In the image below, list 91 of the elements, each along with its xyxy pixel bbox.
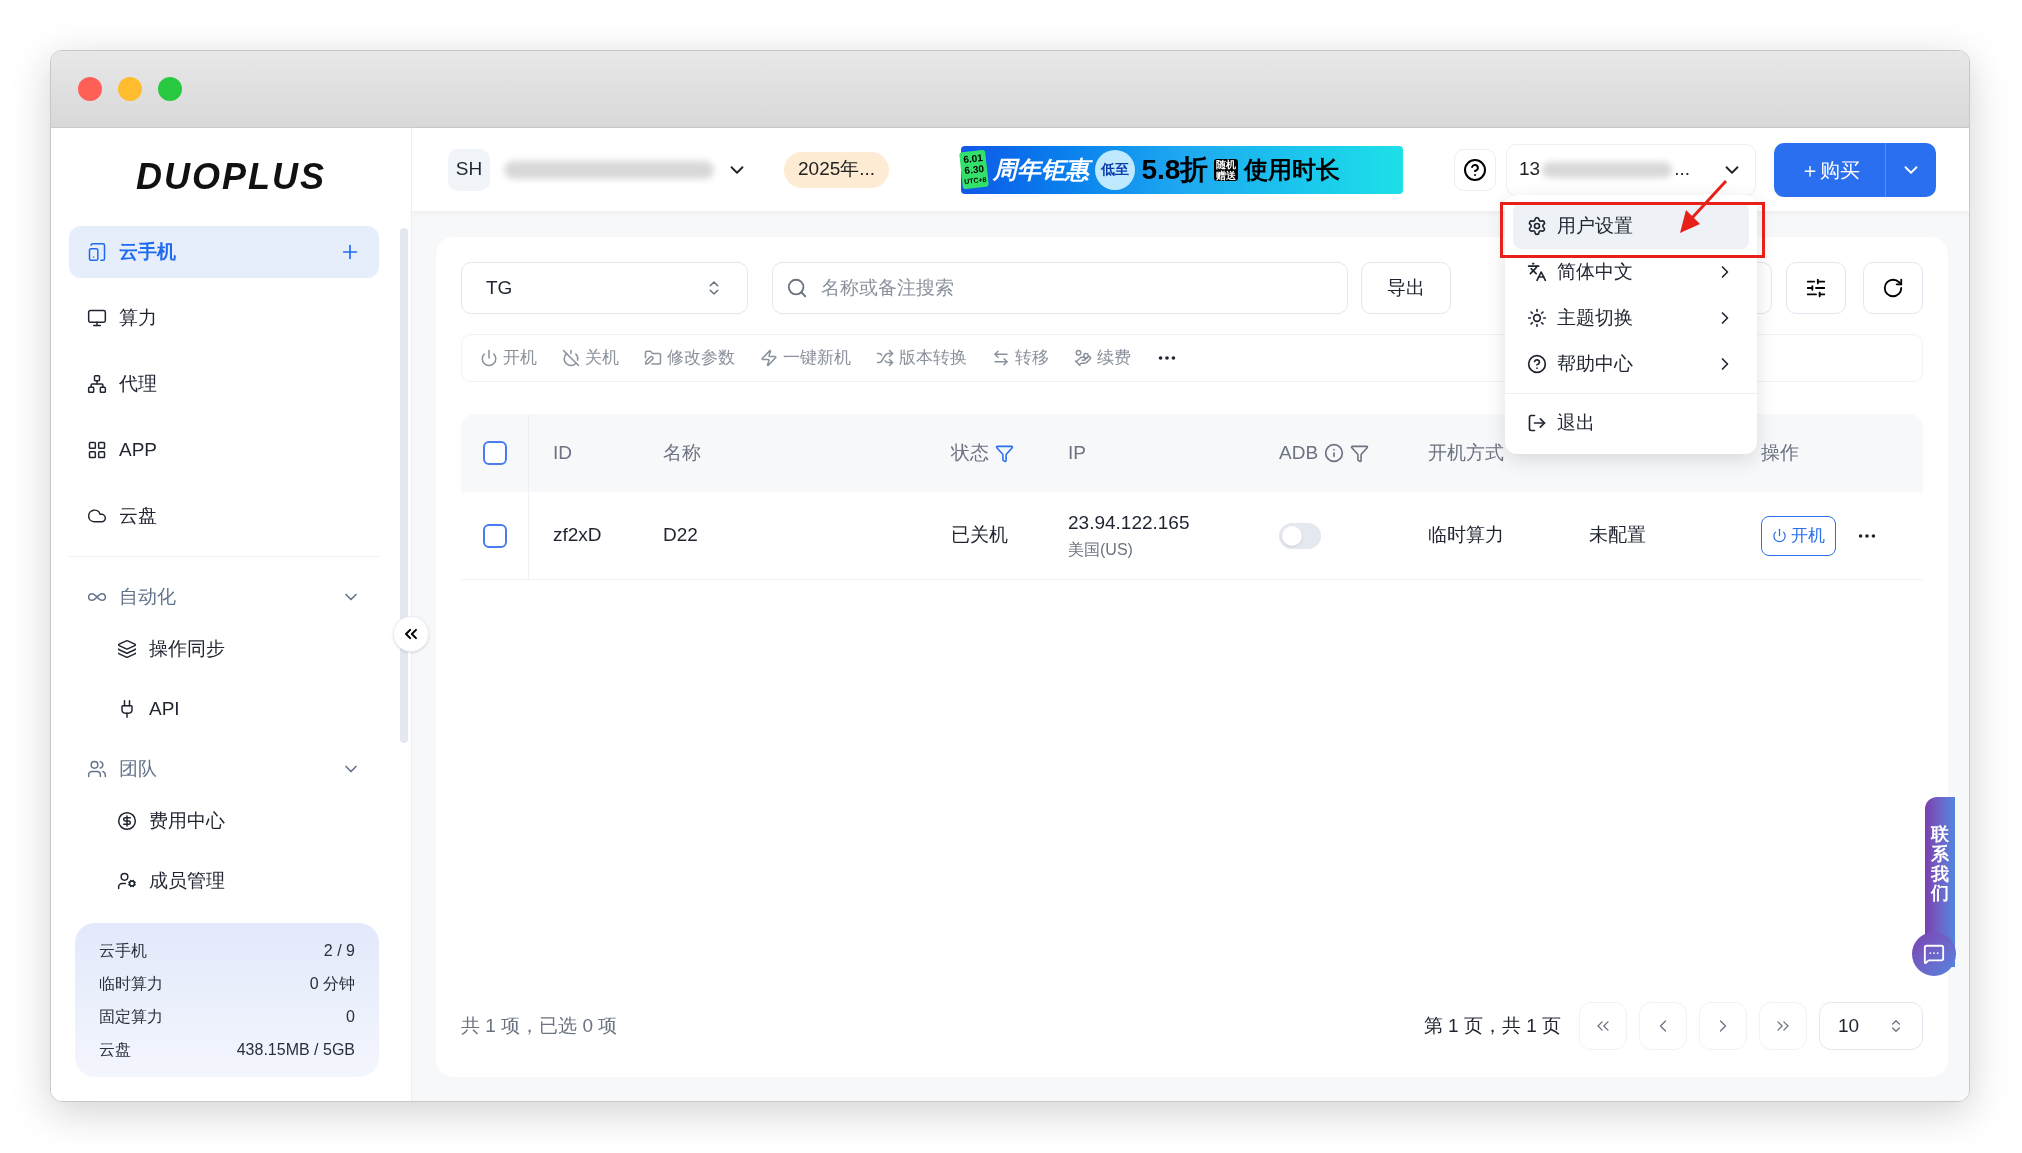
column-header: IP [1068,440,1086,465]
nav-item[interactable]: 成员管理 [69,855,379,907]
info-icon[interactable] [1324,443,1345,463]
page-size-select[interactable]: 10 [1819,1002,1923,1050]
avatar: SH [448,148,490,191]
logo: DUOPLUS [136,155,326,199]
selection-summary: 共 1 项，已选 0 项 [461,1013,618,1038]
monitor-icon [87,308,107,328]
menu-item[interactable]: 主题切换 [1513,295,1749,341]
nav-item[interactable]: 费用中心 [69,795,379,847]
user-gear-icon [117,871,137,891]
region-text: 美国(US) [1068,539,1134,560]
banner-discount: 5.8折 [1141,152,1209,187]
cloud-icon [87,506,107,526]
column-header: 开机方式 [1428,440,1504,465]
nav-item[interactable]: APP [69,424,379,476]
folder-pen-icon [644,349,662,367]
menu-item[interactable]: 简体中文 [1513,249,1749,295]
power-off-icon [562,349,580,367]
users-icon [87,759,107,779]
sun-icon [1527,308,1547,328]
stat-value: 2 / 9 [323,940,355,961]
help-button[interactable] [1454,148,1496,191]
gift-tag: 随机赠送 [1214,158,1239,181]
table-cell: 未配置 [1589,524,1646,546]
banner-badge: 低至 [1095,149,1136,190]
group-select[interactable]: TG [461,262,748,314]
power-icon [480,349,498,367]
buy-button[interactable]: ＋购买 [1774,142,1936,197]
collapse-button[interactable] [393,616,429,652]
menu-item[interactable]: 帮助中心 [1513,341,1749,387]
nav-group[interactable]: 自动化 [69,571,379,623]
refresh-icon [1882,277,1904,299]
column-header: 操作 [1761,440,1799,465]
page-info: 第 1 页，共 1 页 [1423,1013,1561,1038]
stat-label: 云盘 [99,1039,131,1060]
shuffle-icon [876,349,894,367]
menu-item[interactable]: 退出 [1513,400,1749,446]
stat-label: 云手机 [99,940,147,961]
table-cell: 临时算力 [1428,524,1504,546]
search-icon [786,277,808,299]
logout-icon [1527,413,1547,433]
sliders-icon [1805,277,1827,299]
table-cell: zf2xD [553,524,602,546]
search-field[interactable]: 名称或备注搜索 [772,262,1348,314]
grid-icon [87,440,107,460]
toggle-switch[interactable] [1279,522,1321,549]
chat-icon [1923,943,1945,965]
help-icon [1527,354,1547,374]
bolt-icon [760,349,778,367]
checkbox[interactable] [483,441,507,465]
settings-icon [1527,216,1547,236]
column-header: ID [553,440,572,465]
stat-label: 固定算力 [99,1006,163,1027]
stat-label: 临时算力 [99,973,163,994]
dollar-icon [117,811,137,831]
stat-value: 0 [346,1006,355,1027]
nav-item[interactable]: 算力 [69,292,379,344]
network-icon [87,374,107,394]
stat-value: 0 分钟 [309,973,355,994]
column-settings-button[interactable] [1786,262,1846,314]
column-header: ADB [1279,440,1319,465]
column-header: 状态 [951,440,989,465]
translate-icon [1527,262,1547,282]
refresh-button[interactable] [1863,262,1923,314]
phone-icon [87,242,107,262]
arrows-icon [992,349,1010,367]
filter-icon[interactable] [1350,443,1370,463]
close-button[interactable] [78,77,102,101]
table-cell: 已关机 [951,524,1008,546]
table-cell: D22 [663,524,698,546]
layers-icon [117,639,137,659]
plan-badge[interactable]: 2025年... [784,151,890,188]
nav-item[interactable]: API [69,683,379,735]
column-header: 名称 [663,440,701,465]
nav-group[interactable]: 团队 [69,743,379,795]
checkbox[interactable] [483,523,507,548]
nav-item[interactable]: 代理 [69,358,379,410]
menu-item[interactable]: 用户设置 [1513,203,1749,249]
nav-item[interactable]: 操作同步 [69,623,379,675]
banner-text: 使用时长 [1244,154,1341,185]
power-on-button[interactable]: 开机 [1761,515,1836,556]
power-icon [1772,528,1787,543]
export-button[interactable]: 导出 [1361,262,1451,314]
nav-item[interactable]: 云盘 [69,490,379,542]
nav-item[interactable]: 云手机 [69,226,379,278]
help-icon [1463,157,1487,182]
filter-icon[interactable] [995,443,1014,463]
hand-coins-icon [1074,349,1092,367]
stat-value: 438.15MB / 5GB [236,1039,355,1060]
table-cell-text: 23.94.122.165 [1068,511,1191,536]
